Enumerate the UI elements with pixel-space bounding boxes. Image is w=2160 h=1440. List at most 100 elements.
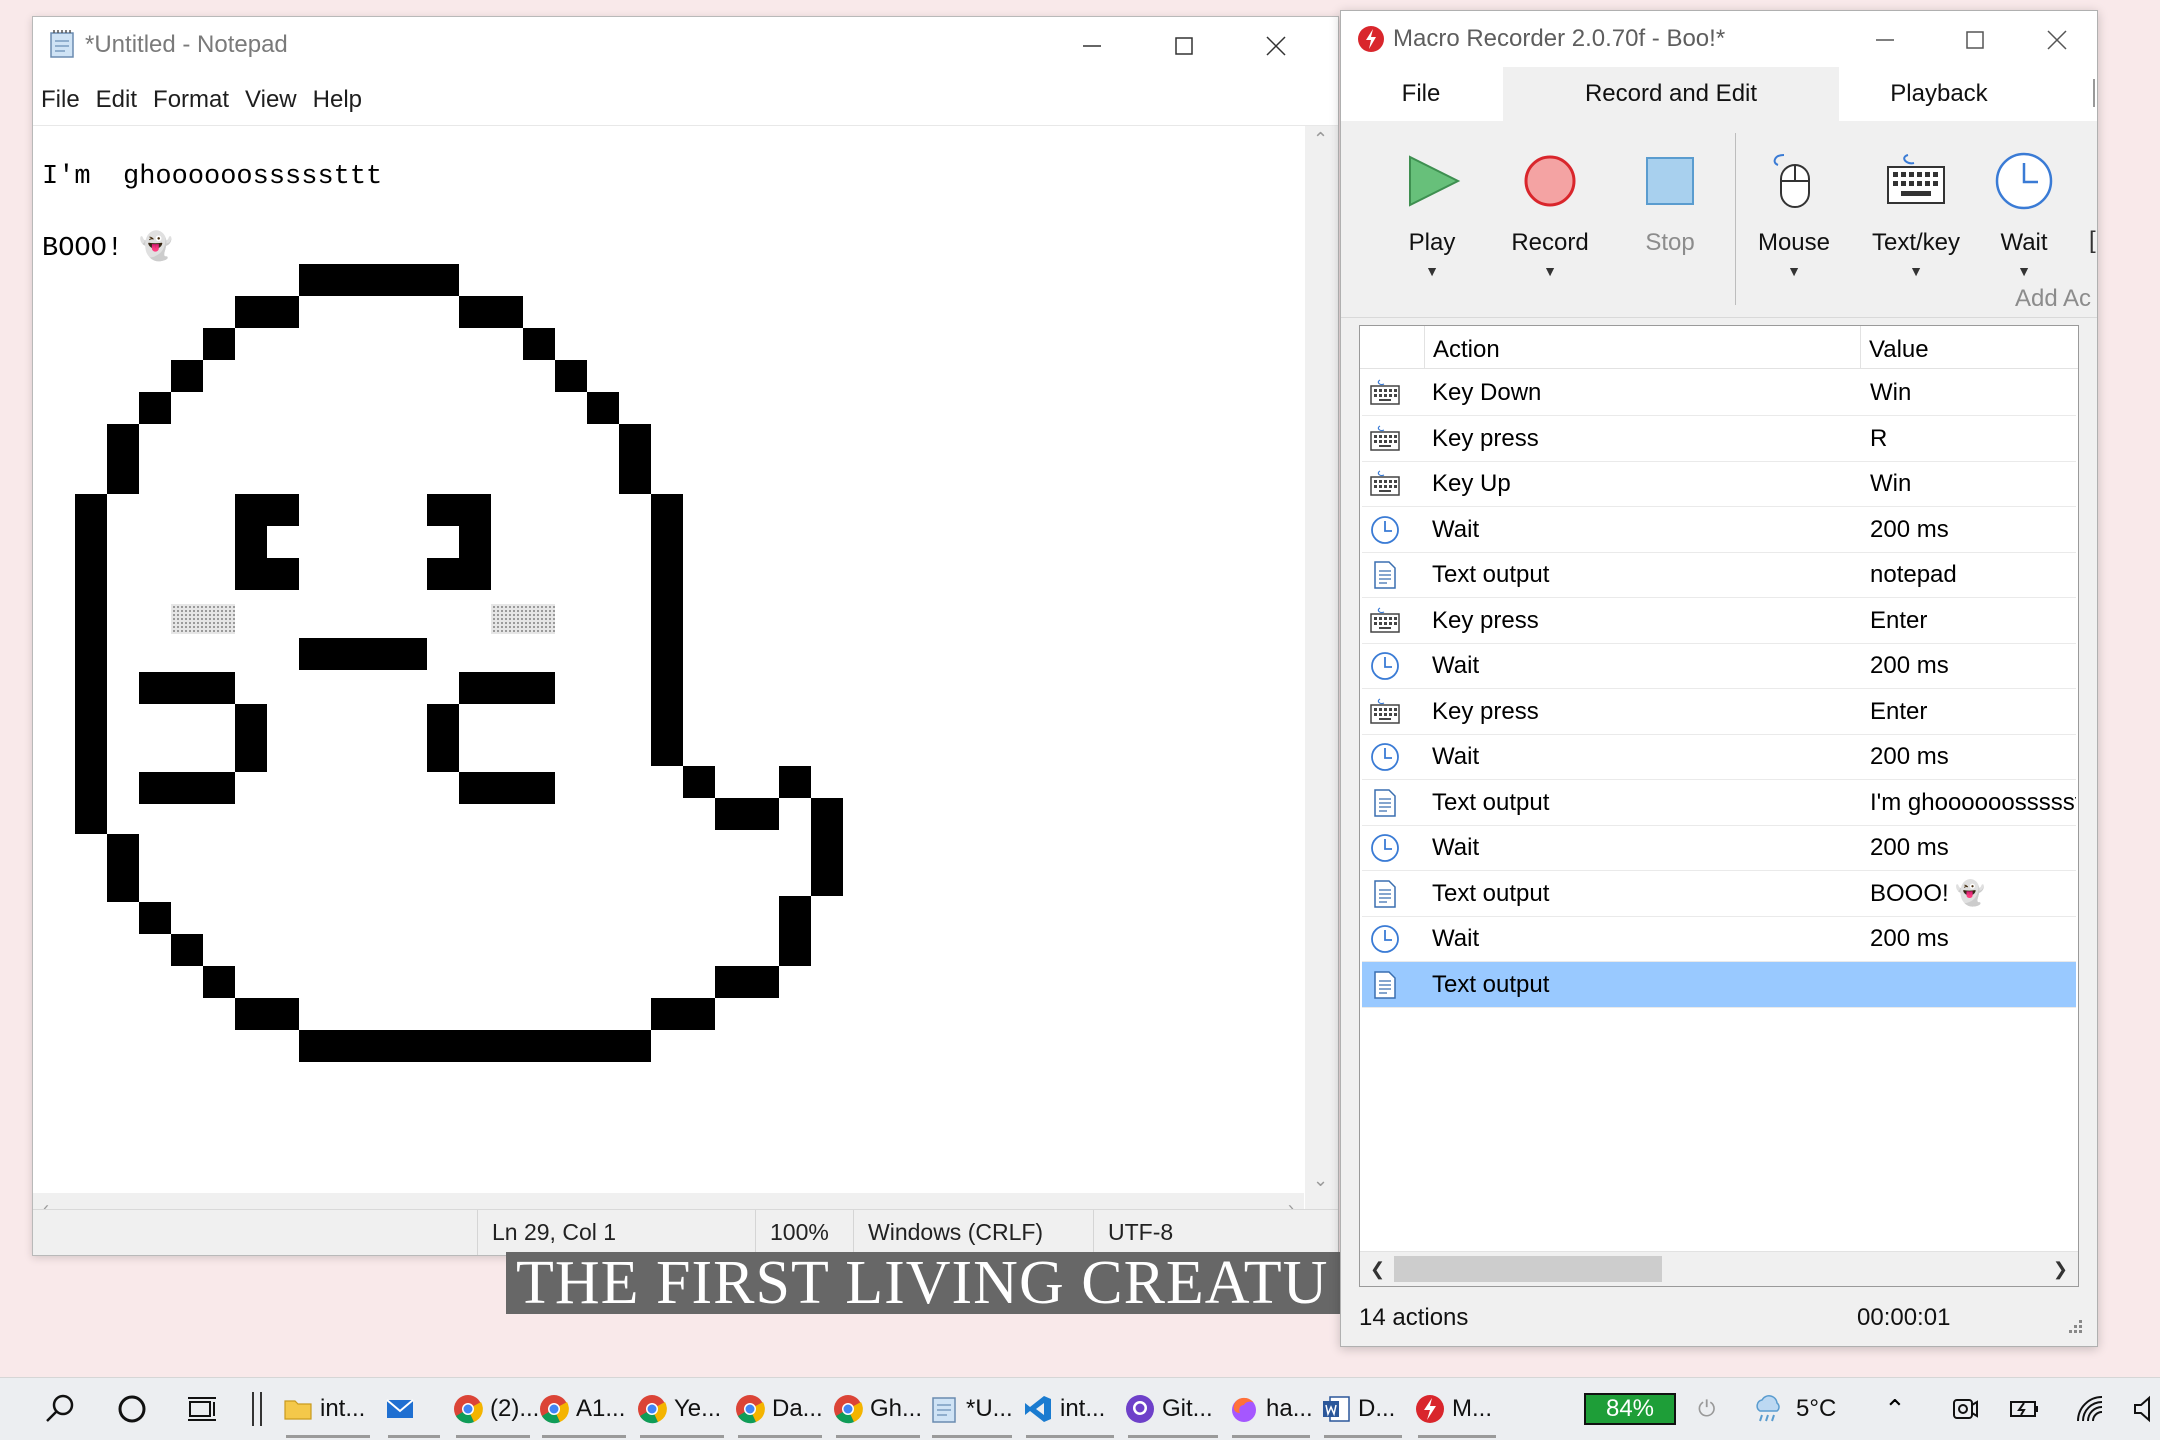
meet-now-button[interactable] (1948, 1378, 1980, 1440)
table-row[interactable]: Key Down Win (1362, 370, 2076, 416)
minimize-button[interactable] (1046, 17, 1138, 75)
notepad-icon (50, 30, 74, 58)
maximize-button[interactable] (1138, 17, 1230, 75)
row-action: Wait (1432, 515, 1480, 543)
vertical-scrollbar[interactable]: ⌃ ⌄ (1305, 126, 1338, 1193)
scroll-up-icon[interactable]: ⌃ (1313, 130, 1328, 148)
menu-file[interactable]: File (33, 75, 88, 125)
row-action: Key Up (1432, 470, 1511, 497)
row-value: 200 ms (1870, 925, 1949, 952)
document-icon (1370, 560, 1400, 590)
taskbar-app-button[interactable] (384, 1378, 444, 1440)
table-row[interactable]: Wait 200 ms (1362, 825, 2076, 871)
close-icon (2047, 30, 2067, 50)
rain-cloud-icon (1756, 1395, 1780, 1422)
search-button[interactable] (44, 1378, 76, 1440)
running-indicator (1128, 1435, 1218, 1438)
record-button[interactable]: Record ▼ (1495, 131, 1605, 281)
taskbar-app-button[interactable]: A1... (538, 1378, 630, 1440)
table-row[interactable]: Key press Enter (1362, 689, 2076, 735)
taskbar-app-button[interactable]: D... (1320, 1378, 1406, 1440)
network-button[interactable] (2074, 1378, 2106, 1440)
battery-tray-button[interactable] (2008, 1378, 2040, 1440)
add-mouse-button[interactable]: Mouse ▼ (1739, 131, 1849, 281)
table-row[interactable]: Text output BOOO! 👻 (1362, 871, 2076, 917)
taskbar-app-button[interactable]: Git... (1124, 1378, 1222, 1440)
search-icon (46, 1394, 74, 1422)
table-row[interactable]: Text output I'm ghoooooosssssttt (1362, 780, 2076, 826)
table-row[interactable]: Key Up Win (1362, 461, 2076, 507)
volume-button[interactable] (2132, 1378, 2160, 1440)
taskbar-app-button[interactable]: Ye... (636, 1378, 728, 1440)
taskbar-app-button[interactable]: ha... (1228, 1378, 1314, 1440)
table-row[interactable]: Wait 200 ms (1362, 507, 2076, 553)
taskbar-app-label: Git... (1162, 1395, 1213, 1422)
macro-status-bar: 14 actions 00:00:01 (1341, 1290, 2097, 1346)
stop-button[interactable]: Stop (1615, 131, 1725, 281)
keyboard-icon (1370, 606, 1400, 636)
scroll-left-icon[interactable]: ❮ (1370, 1260, 1385, 1278)
keyboard-icon (1370, 697, 1400, 727)
chrome-icon (734, 1393, 766, 1425)
taskbar-app-button[interactable]: Da... (734, 1378, 826, 1440)
battery-charging-icon (2010, 1401, 2038, 1417)
text-editor[interactable]: I'm ghoooooosssssttt BOOO! 👻 (33, 126, 1304, 1193)
table-row[interactable]: Text output notepad (1362, 552, 2076, 598)
tab-playback[interactable]: Playback (1839, 67, 2039, 121)
show-hidden-icons-button[interactable]: ⌃ (1884, 1378, 1906, 1440)
taskbar-app-button[interactable]: int... (1022, 1378, 1118, 1440)
tab-file[interactable]: File (1341, 67, 1501, 121)
scrollbar-thumb[interactable] (1394, 1256, 1662, 1282)
temperature: 5°C (1796, 1395, 1837, 1422)
notepad-titlebar[interactable]: *Untitled - Notepad (33, 17, 1338, 75)
menu-help[interactable]: Help (305, 75, 370, 125)
maximize-icon (1175, 37, 1193, 55)
play-button[interactable]: Play ▼ (1377, 131, 1487, 281)
column-header-value[interactable]: Value (1860, 326, 2078, 368)
cortana-button[interactable] (116, 1378, 148, 1440)
table-row[interactable]: Wait 200 ms (1362, 734, 2076, 780)
menu-edit[interactable]: Edit (88, 75, 145, 125)
wifi-icon (2077, 1396, 2103, 1422)
scroll-down-icon[interactable]: ⌄ (1313, 1171, 1328, 1189)
folder-icon (282, 1393, 314, 1425)
close-button[interactable] (1230, 17, 1322, 75)
keyboard-icon (1887, 154, 1945, 204)
taskbar-app-button[interactable]: (2)... (452, 1378, 539, 1440)
weather-widget[interactable]: 5°C (1752, 1378, 1836, 1440)
column-header-action[interactable]: Action (1424, 326, 1853, 368)
maximize-button[interactable] (1929, 11, 2021, 69)
table-row[interactable]: Text output (1362, 961, 2076, 1008)
actions-table[interactable]: Action Value Key Down Win Key press R Key Up… (1359, 325, 2079, 1287)
record-label: Record (1511, 229, 1589, 256)
encoding: UTF-8 (1093, 1210, 1173, 1255)
row-action: Text output (1432, 788, 1550, 816)
taskbar-app-button[interactable]: M... (1414, 1378, 1500, 1440)
battery-indicator[interactable]: 84% ⏻ (1584, 1378, 1715, 1440)
taskbar-app-button[interactable]: Gh... (832, 1378, 924, 1440)
row-value: BOOO! 👻 (1870, 879, 1986, 907)
menu-format[interactable]: Format (145, 75, 237, 125)
menu-view[interactable]: View (237, 75, 305, 125)
table-horizontal-scrollbar[interactable]: ❮ ❯ (1360, 1251, 2078, 1286)
stop-label: Stop (1645, 229, 1695, 256)
taskbar-app-button[interactable]: int... (282, 1378, 374, 1440)
row-value: notepad (1870, 561, 1957, 588)
minimize-button[interactable] (1839, 11, 1931, 69)
close-button[interactable] (2011, 11, 2097, 69)
macro-titlebar[interactable]: Macro Recorder 2.0.70f - Boo!* (1341, 11, 2097, 67)
table-row[interactable]: Wait 200 ms (1362, 643, 2076, 689)
tab-record-and-edit[interactable]: Record and Edit (1503, 67, 1839, 121)
resize-grip-icon[interactable] (2065, 1318, 2083, 1336)
taskbar-app-button[interactable]: *U... (928, 1378, 1016, 1440)
clock-icon (1370, 515, 1400, 545)
table-row[interactable]: Key press Enter (1362, 598, 2076, 644)
add-textkey-button[interactable]: Text/key ▼ (1861, 131, 1971, 281)
scroll-right-icon[interactable]: ❯ (2053, 1260, 2068, 1278)
running-indicator (640, 1435, 724, 1438)
table-row[interactable]: Wait 200 ms (1362, 916, 2076, 962)
taskbar-app-label: Gh... (870, 1395, 923, 1422)
add-wait-button[interactable]: Wait ▼ (1979, 131, 2069, 281)
table-row[interactable]: Key press R (1362, 416, 2076, 462)
task-view-button[interactable] (186, 1378, 218, 1440)
